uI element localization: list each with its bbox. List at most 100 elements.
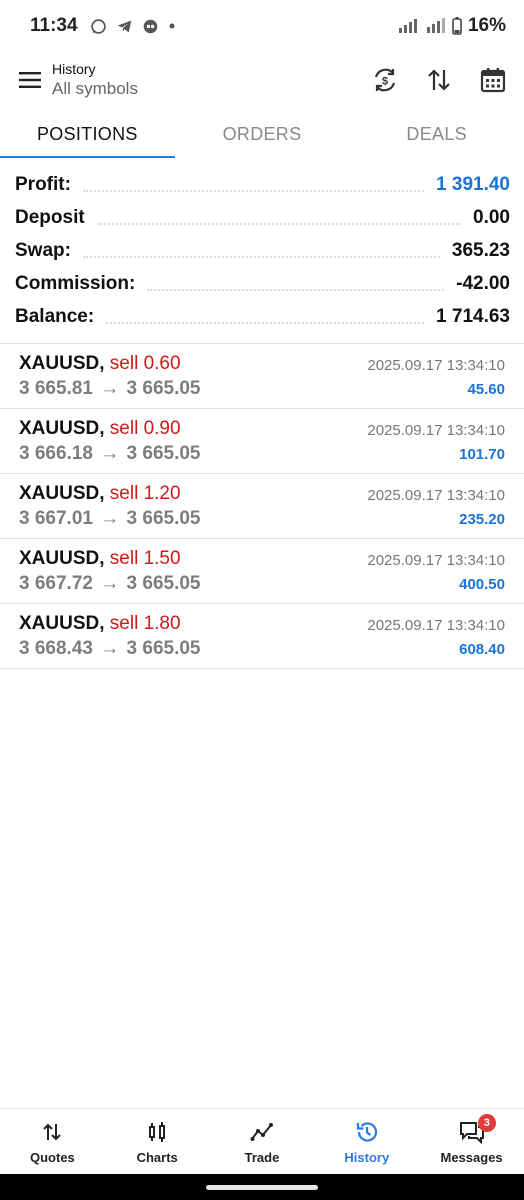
close-price: 3 665.05 [126,443,201,464]
position-symbol: XAUUSD, [19,483,105,504]
arrow-right-icon: → [100,378,120,399]
history-tabs: POSITIONS ORDERS DEALS [0,110,524,158]
close-price: 3 665.05 [126,573,201,594]
position-row[interactable]: XAUUSD, sell 0.60 3 665.81 → 3 665.05 20… [0,344,524,409]
arrow-right-icon: → [100,508,120,529]
system-navigation-bar [0,1174,524,1200]
bottom-navigation: Quotes Charts Trade History 3 Messages [0,1108,524,1174]
nav-history[interactable]: History [314,1109,419,1174]
status-system-icons: 16% [398,15,506,37]
quotes-icon [38,1118,66,1146]
summary-row-swap: Swap: 365.23 [15,234,510,267]
position-symbol: XAUUSD, [19,418,105,439]
calendar-icon [480,68,506,93]
nav-trade[interactable]: Trade [210,1109,315,1174]
summary-row-deposit: Deposit 0.00 [15,201,510,234]
close-price: 3 665.05 [126,378,201,399]
position-row[interactable]: XAUUSD, sell 0.90 3 666.18 → 3 665.05 20… [0,409,524,474]
position-prices: 3 667.72 → 3 665.05 [19,573,201,595]
position-row[interactable]: XAUUSD, sell 1.50 3 667.72 → 3 665.05 20… [0,539,524,604]
position-row[interactable]: XAUUSD, sell 1.80 3 668.43 → 3 665.05 20… [0,604,524,669]
position-title: XAUUSD, sell 0.60 [19,353,181,375]
symbol-filter: All symbols [52,79,138,98]
position-profit: 608.40 [459,641,505,658]
position-prices: 3 666.18 → 3 665.05 [19,443,201,465]
telegram-icon [117,20,131,32]
position-symbol: XAUUSD, [19,353,105,374]
history-icon [353,1118,381,1146]
tab-deals[interactable]: DEALS [349,110,524,158]
nav-label: Trade [244,1150,280,1165]
position-prices: 3 667.01 → 3 665.05 [19,508,201,530]
commission-value: -42.00 [456,272,510,294]
tab-orders[interactable]: ORDERS [175,110,350,158]
status-bar: 11:34 16% [0,0,524,52]
profit-value: 1 391.40 [436,173,510,195]
battery-icon [452,17,462,35]
nav-label: Messages [440,1150,503,1165]
position-time: 2025.09.17 13:34:10 [367,357,505,374]
account-summary: Profit: 1 391.40 Deposit 0.00 Swap: 365.… [0,168,524,333]
swap-value: 365.23 [451,239,510,261]
dot-icon [169,23,175,29]
position-side-volume: sell 0.60 [109,353,181,374]
position-time: 2025.09.17 13:34:10 [367,617,505,634]
swap-currency-button[interactable]: $ [368,63,402,97]
svg-text:$: $ [382,76,388,88]
position-time: 2025.09.17 13:34:10 [367,552,505,569]
swap-label: Swap: [15,239,71,261]
position-profit: 235.20 [459,511,505,528]
status-notification-icons [90,18,176,35]
nav-quotes[interactable]: Quotes [0,1109,105,1174]
battery-percent: 16% [467,15,506,36]
home-gesture-handle[interactable] [206,1184,318,1190]
header-titles[interactable]: History All symbols [52,61,138,99]
position-side-volume: sell 0.90 [109,418,181,439]
leader-dots [106,321,425,324]
swap-currency-icon: $ [374,68,396,92]
whatsapp-icon [90,18,106,34]
nav-label: Quotes [30,1150,75,1165]
unread-badge: 3 [477,1114,496,1132]
calendar-button[interactable] [476,63,510,97]
position-title: XAUUSD, sell 0.90 [19,418,181,440]
position-symbol: XAUUSD, [19,548,105,569]
header-actions: $ [368,63,524,97]
position-profit: 45.60 [467,381,505,398]
position-profit: 101.70 [459,446,505,463]
menu-button[interactable] [8,58,52,102]
summary-row-balance: Balance: 1 714.63 [15,300,510,333]
balance-label: Balance: [15,305,95,327]
arrow-right-icon: → [100,573,120,594]
tab-positions[interactable]: POSITIONS [0,110,175,158]
deposit-label: Deposit [15,206,85,228]
sort-button[interactable] [422,63,456,97]
position-title: XAUUSD, sell 1.80 [19,613,181,635]
open-price: 3 666.18 [19,443,93,464]
leader-dots [82,189,425,192]
position-prices: 3 668.43 → 3 665.05 [19,638,201,660]
open-price: 3 667.72 [19,573,93,594]
position-side-volume: sell 1.20 [109,483,181,504]
position-time: 2025.09.17 13:34:10 [367,422,505,439]
deposit-value: 0.00 [473,206,510,228]
hamburger-menu-icon [19,72,41,88]
open-price: 3 665.81 [19,378,93,399]
arrow-right-icon: → [100,443,120,464]
position-row[interactable]: XAUUSD, sell 1.20 3 667.01 → 3 665.05 20… [0,474,524,539]
position-profit: 400.50 [459,576,505,593]
arrow-right-icon: → [100,638,120,659]
position-title: XAUUSD, sell 1.20 [19,483,181,505]
nav-label: Charts [136,1150,178,1165]
summary-row-profit: Profit: 1 391.40 [15,168,510,201]
commission-label: Commission: [15,272,136,294]
app-header: History All symbols $ [0,52,524,108]
position-side-volume: sell 1.80 [109,613,181,634]
profit-label: Profit: [15,173,71,195]
page-title: History [52,61,96,77]
summary-row-commission: Commission: -42.00 [15,267,510,300]
nav-charts[interactable]: Charts [105,1109,210,1174]
leader-dots [82,255,440,258]
sort-icon [428,69,450,91]
nav-messages[interactable]: 3 Messages [419,1109,524,1174]
